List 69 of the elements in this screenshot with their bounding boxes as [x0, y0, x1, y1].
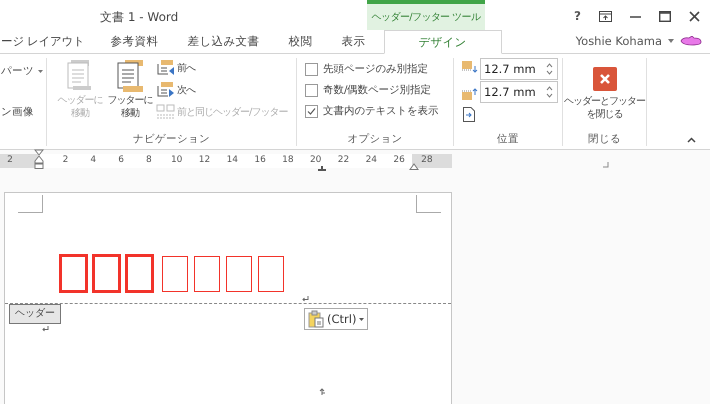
line-break-mark-icon — [319, 388, 325, 395]
group-label: 位置 — [496, 132, 520, 146]
ruler-number: 28 — [421, 155, 433, 165]
ruler-number: 20 — [310, 155, 322, 165]
collapse-ribbon-icon[interactable] — [687, 137, 696, 143]
ruler-number: 16 — [254, 155, 266, 165]
corner-mark-icon — [603, 162, 609, 168]
ribbon-tab[interactable]: ージ レイアウト — [1, 30, 85, 53]
checkbox[interactable] — [305, 62, 318, 76]
checkbox-label[interactable]: 奇数/偶数ページ別指定 — [323, 83, 432, 97]
ribbon-tab[interactable]: 校閲 — [288, 30, 313, 53]
close-icon — [592, 67, 616, 91]
ribbon-tab[interactable]: 参考資料 — [110, 30, 159, 53]
ruler-number: 12 — [198, 155, 210, 165]
ribbon-tab[interactable]: 表示 — [342, 30, 366, 53]
go-to-button[interactable]: フッターに 移動 — [105, 58, 155, 121]
caret-icon[interactable] — [38, 70, 43, 72]
checkbox-label[interactable]: 文書内のテキストを表示 — [323, 104, 438, 118]
context-group-label: ヘッダー/フッター ツール — [367, 0, 485, 30]
page-arrow-icon — [156, 82, 176, 98]
paragraph-mark-icon — [302, 296, 309, 302]
margin-spinner[interactable]: 12.7 mm — [480, 81, 558, 103]
crop-mark-icon — [416, 195, 441, 213]
crop-mark-icon — [18, 195, 43, 213]
ruler-number: 2 — [62, 155, 68, 165]
paste-options-button[interactable]: (Ctrl) — [304, 308, 368, 330]
close-icon[interactable] — [689, 10, 700, 22]
window-title: 文書 1 - Word — [100, 9, 178, 26]
right-indent-icon[interactable] — [409, 163, 419, 170]
group-label: オプション — [346, 132, 404, 146]
ruler-number: 18 — [282, 155, 294, 165]
paragraph-mark-icon — [42, 326, 49, 332]
ruler-number: 24 — [366, 155, 378, 165]
ruler-number: 10 — [170, 155, 182, 165]
ribbon-tab[interactable]: デザイン — [384, 30, 502, 54]
header-tag: ヘッダー — [9, 304, 61, 324]
quick-parts-button[interactable]: パーツ — [1, 64, 34, 78]
document-icon — [115, 60, 145, 92]
ruler-number: 14 — [226, 155, 238, 165]
ribbon-tab[interactable]: 差し込み文書 — [188, 30, 260, 53]
avatar-icon[interactable] — [680, 36, 702, 46]
clipboard-icon — [308, 310, 324, 328]
ruler-number: 26 — [393, 155, 405, 165]
group-label: ナビゲーション — [132, 132, 211, 146]
caret-icon[interactable] — [668, 39, 674, 43]
margin-spinner[interactable]: 12.7 mm — [480, 58, 558, 80]
ruler-number: 4 — [90, 155, 96, 165]
nav-button[interactable]: 前へ — [156, 59, 288, 77]
help-button[interactable]: ? — [574, 9, 581, 23]
nav-button[interactable]: 次へ — [156, 81, 288, 99]
close-header-footer-button[interactable]: ヘッダーとフッター を閉じる — [564, 67, 645, 121]
group-label: 閉じる — [587, 132, 622, 146]
checkbox-label[interactable]: 先頭ページのみ別指定 — [323, 62, 428, 76]
checkbox[interactable] — [305, 104, 318, 118]
ruler-number: 2 — [7, 155, 13, 165]
caret-icon — [359, 318, 364, 320]
ruler-number: 6 — [118, 155, 124, 165]
link-icon — [156, 104, 176, 120]
maximize-icon[interactable] — [659, 10, 671, 22]
user-name[interactable]: Yoshie Kohama — [576, 34, 662, 48]
checkbox[interactable] — [305, 84, 318, 96]
insert-alignment-tab-icon[interactable] — [463, 107, 475, 122]
indent-marker-icon[interactable] — [34, 149, 44, 169]
page-arrow-icon — [156, 60, 176, 76]
ruler-number: 22 — [338, 155, 350, 165]
tab-stop-icon[interactable] — [318, 166, 326, 171]
online-pictures-button[interactable]: ン画像 — [1, 105, 46, 119]
ruler-number: 8 — [146, 155, 152, 165]
ribbon-display-icon[interactable] — [599, 10, 612, 22]
